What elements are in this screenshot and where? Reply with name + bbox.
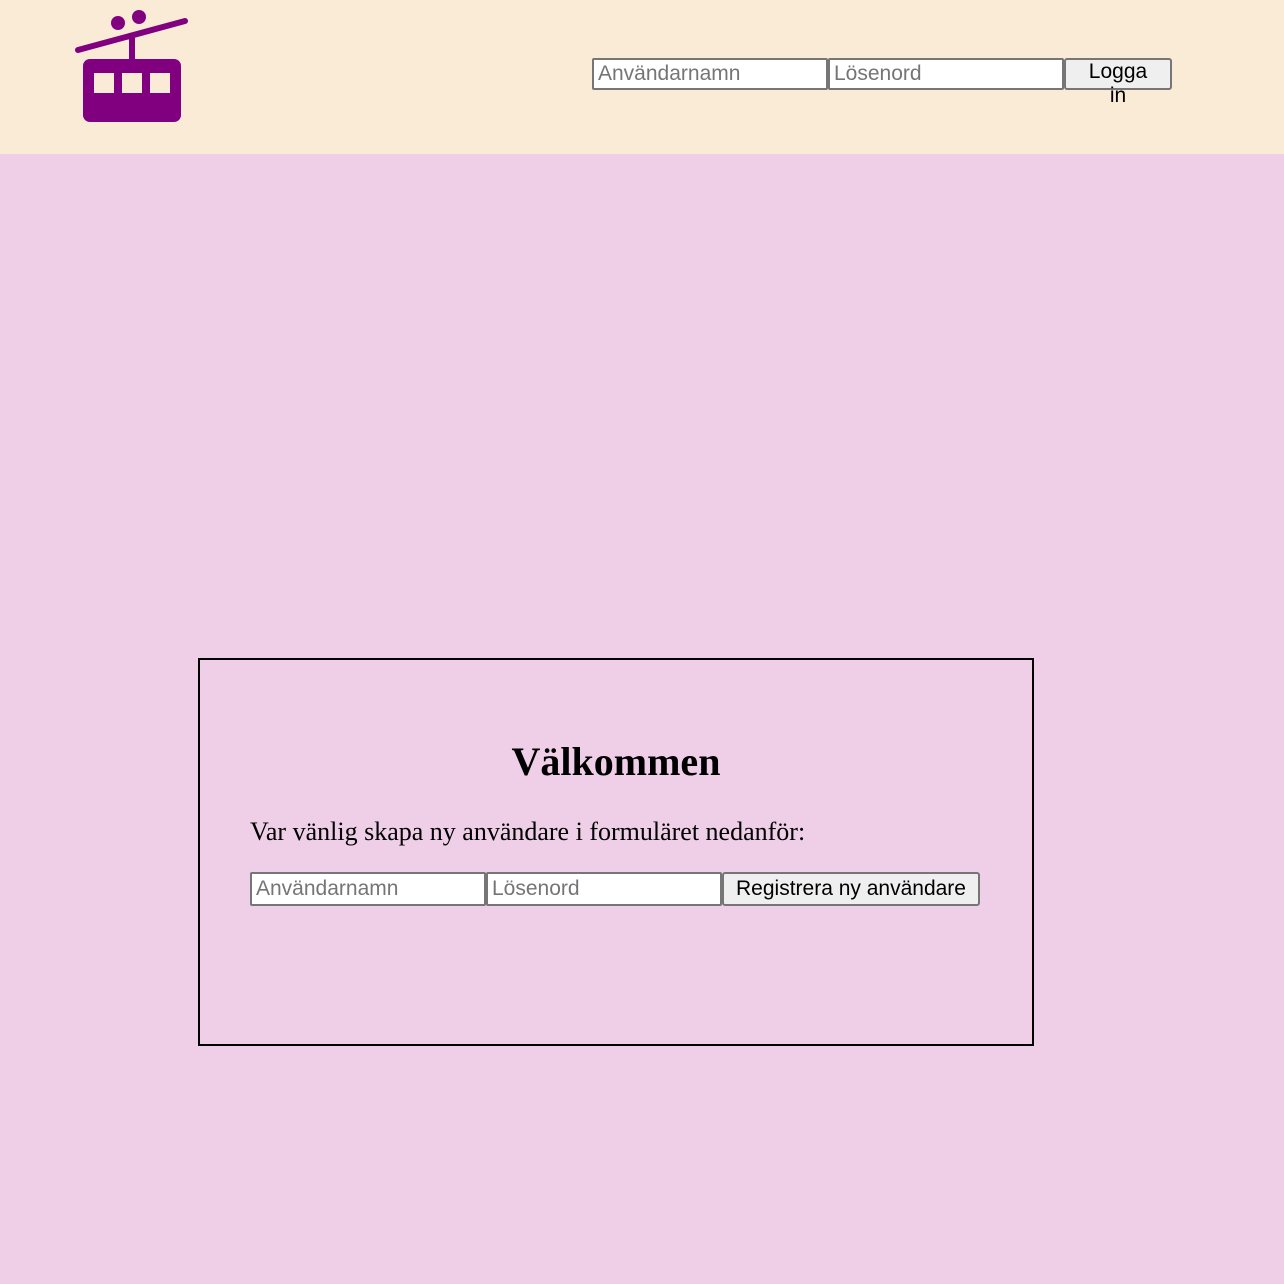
login-form: Logga in [592,58,1172,107]
welcome-title: Välkommen [511,739,721,784]
login-password-input[interactable] [828,58,1064,90]
register-form: Registrera ny användare [250,872,980,906]
site-header: Logga in [0,0,1284,154]
welcome-instructions: Var vänlig skapa ny användare i formulär… [250,817,806,846]
register-button[interactable]: Registrera ny användare [722,872,980,906]
cable-car-icon [72,8,192,126]
register-username-input[interactable] [250,872,486,906]
login-username-input[interactable] [592,58,828,90]
register-password-input[interactable] [486,872,722,906]
login-button[interactable]: Logga in [1064,58,1172,107]
welcome-panel: Välkommen Var vänlig skapa ny användare … [198,658,1034,1046]
